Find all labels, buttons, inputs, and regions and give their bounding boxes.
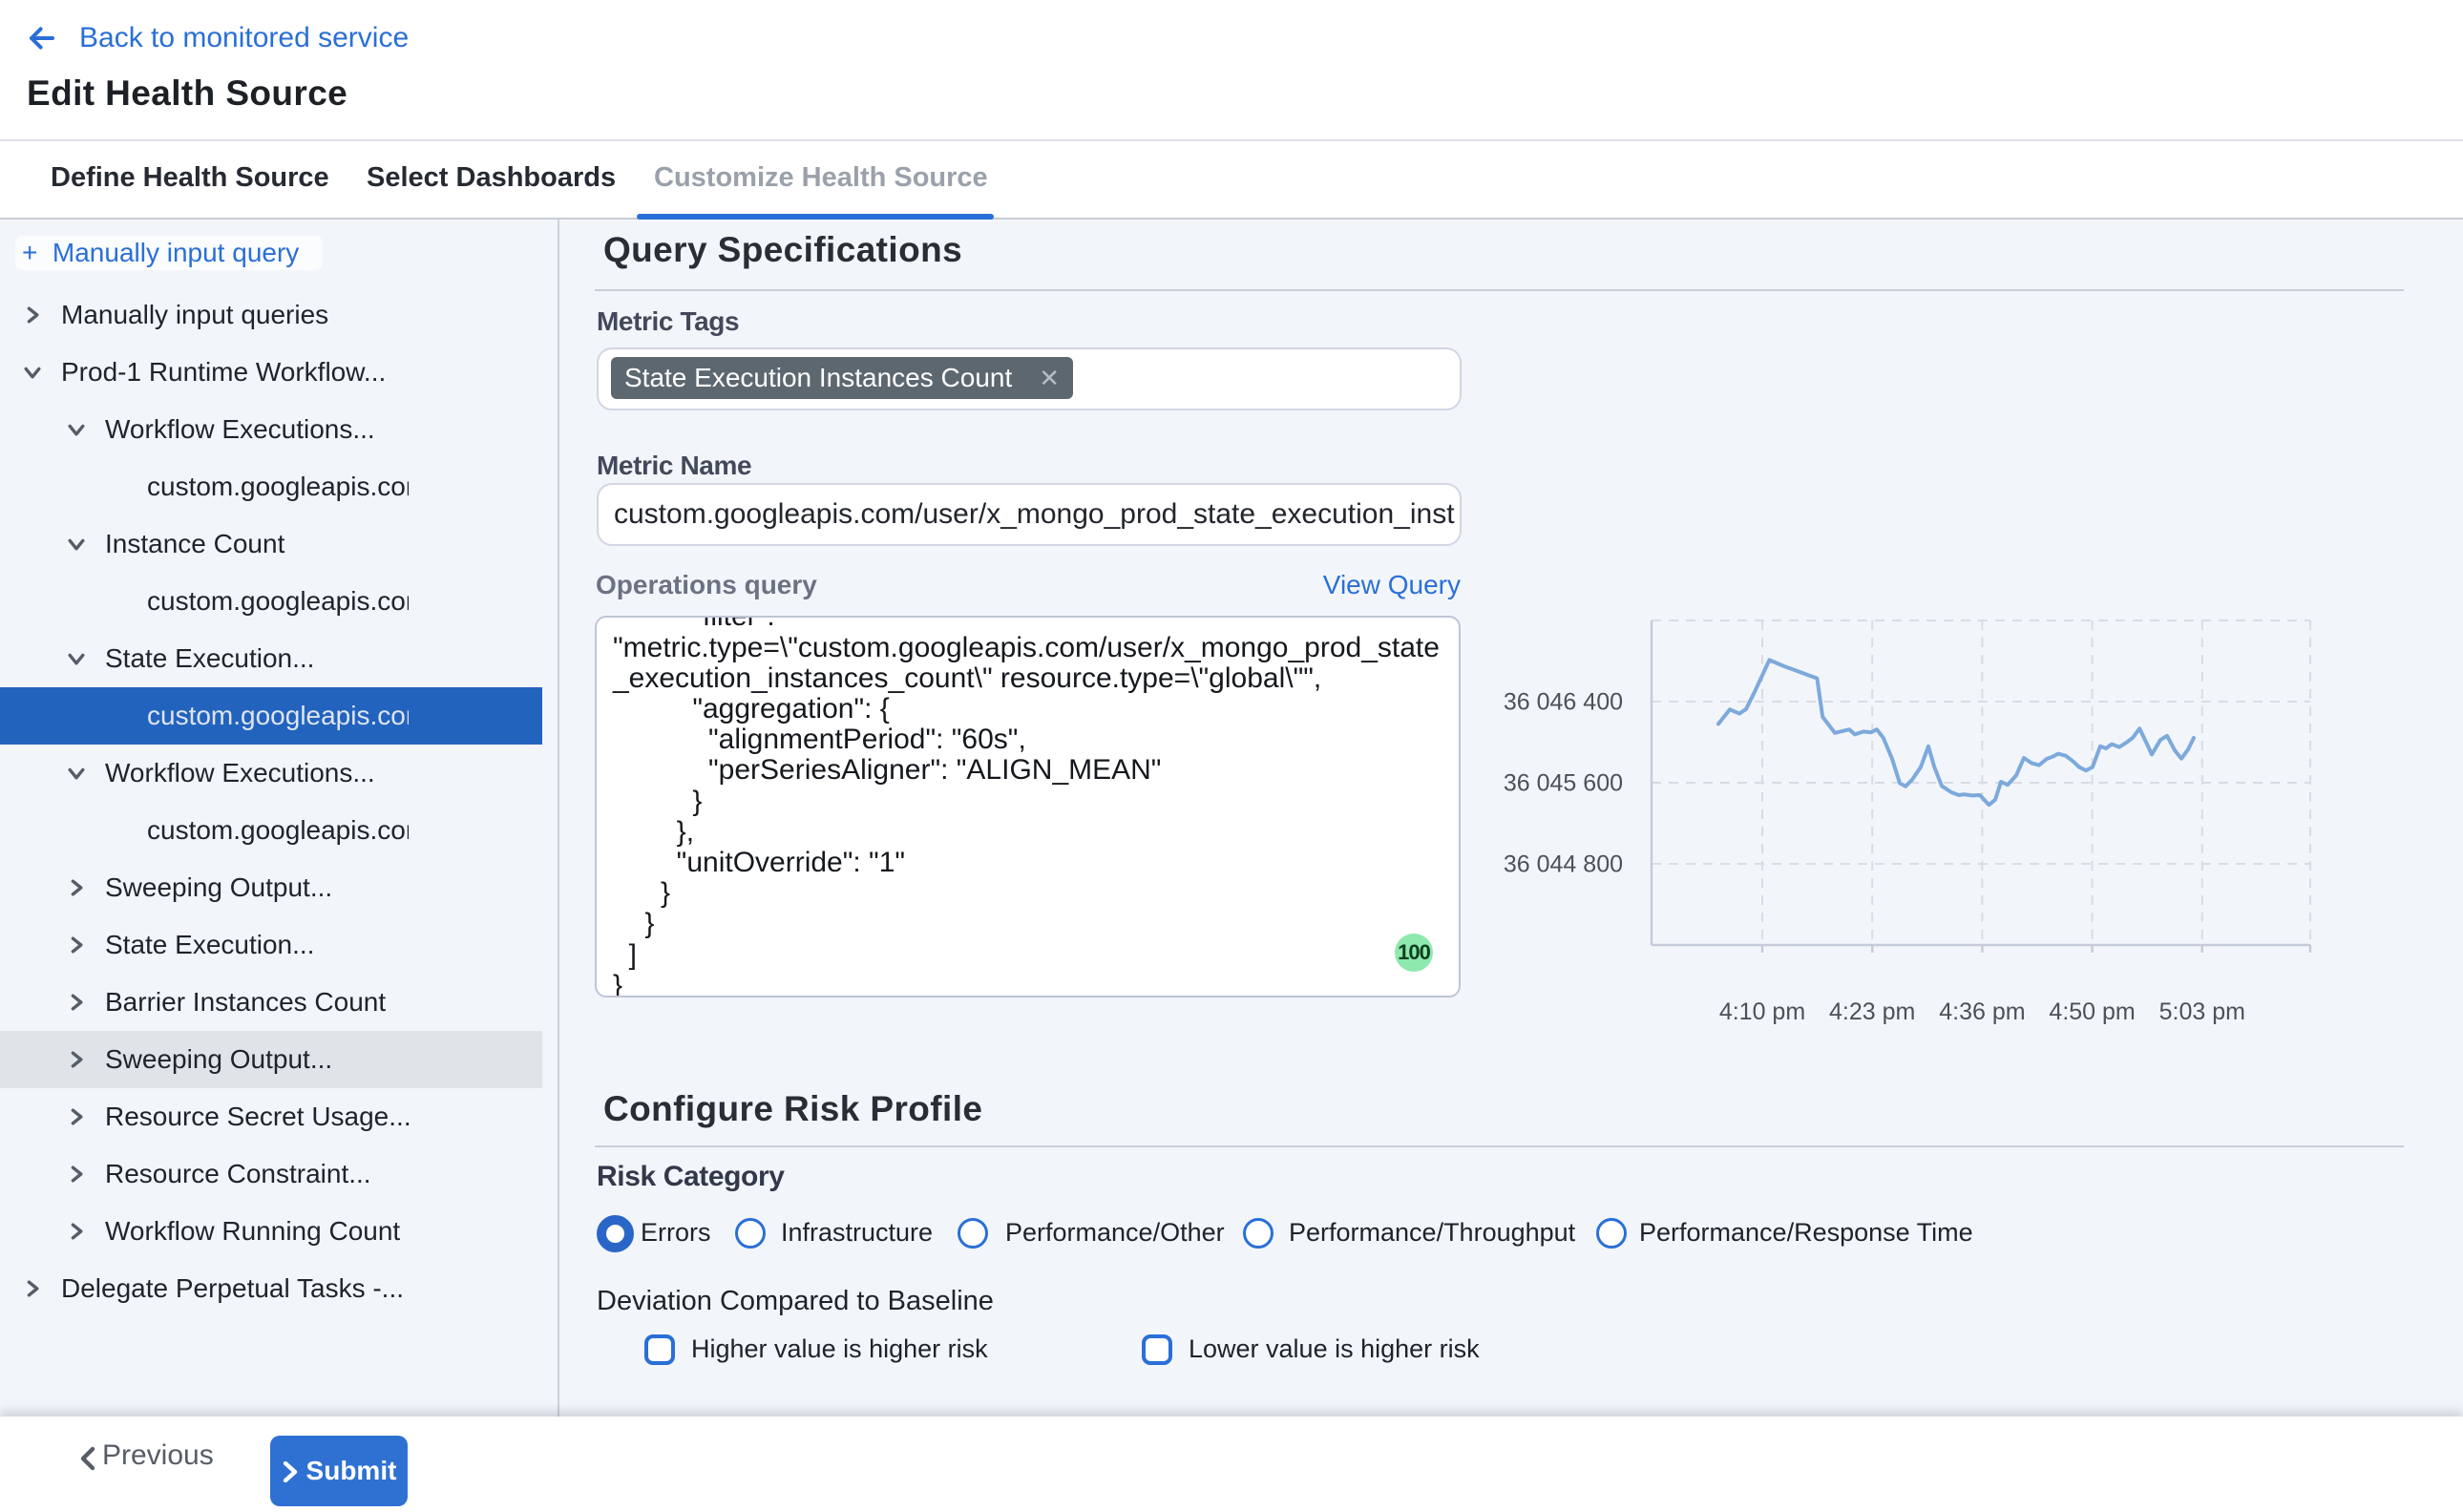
svg-text:4:36 pm: 4:36 pm <box>1939 998 2025 1025</box>
svg-text:4:10 pm: 4:10 pm <box>1719 998 1805 1025</box>
svg-text:5:03 pm: 5:03 pm <box>2159 998 2245 1025</box>
svg-text:36 045 600: 36 045 600 <box>1504 769 1623 796</box>
svg-text:4:50 pm: 4:50 pm <box>2049 998 2135 1025</box>
svg-text:36 046 400: 36 046 400 <box>1504 688 1623 715</box>
svg-text:4:23 pm: 4:23 pm <box>1829 998 1915 1025</box>
svg-text:36 044 800: 36 044 800 <box>1504 850 1623 877</box>
